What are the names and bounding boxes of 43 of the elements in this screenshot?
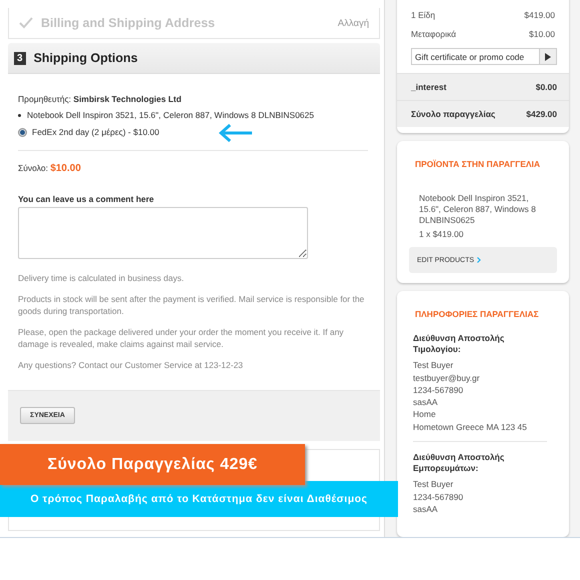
bullet-icon (18, 114, 21, 116)
address-line: testbuyer@buy.gr (413, 372, 481, 384)
card-title: ΠΛΗΡΟΦΟΡΙΕΣ ΠΑΡΑΓΓΕΛΙΑΣ (414, 309, 540, 320)
summary-value: $419.00 (524, 10, 555, 22)
chevron-right-icon (477, 257, 482, 264)
address-line: sasAA (413, 396, 439, 408)
address-line: Home (413, 408, 437, 421)
address-line: Hometown Greece MA 123 45 (413, 420, 528, 434)
address-line: 1234-567890 (413, 490, 464, 503)
card-title: ΠΡΟΪΟΝΤΑ ΣΤΗΝ ΠΑΡΑΓΓΕΛΙΑ (414, 159, 542, 169)
product-quantity: 1 x $419.00 (418, 228, 464, 242)
info-text: Please, open the package delivered under your order the moment you receive it. If any damage is revealed, make claims against mail service. (18, 327, 345, 350)
step-number: 3 (14, 52, 26, 64)
total-value: $0.00 (536, 82, 557, 92)
subtotal-value: $10.00 (50, 163, 81, 174)
summary-label: Μεταφορικά (411, 29, 456, 41)
total-label: _interest (411, 82, 446, 92)
address-line: Test Buyer (413, 478, 454, 491)
subtotal-label: Σύνολο: (18, 163, 48, 173)
summary-value: $10.00 (529, 29, 555, 41)
address-line: sasAA (413, 502, 439, 516)
section-title: Shipping Options (34, 51, 138, 65)
total-value: $429.00 (526, 109, 557, 119)
address-title: Διεύθυνση Αποστολής Εμπορευμάτων: (413, 452, 506, 474)
order-total-banner: Σύνολο Παραγγελίας 429€ (0, 444, 305, 485)
comment-field[interactable] (18, 207, 308, 259)
total-label: Σύνολο παραγγελίας (411, 109, 496, 119)
product-item: Notebook Dell Inspiron 3521, 15.6", Celeron 887, Windows 8 DLNBINS0625 (27, 110, 314, 120)
summary-label: 1 Είδη (411, 10, 436, 22)
info-text: Products in stock will be sent after the payment is verified. Mail service is responsible for the goods during transportation. (18, 294, 366, 318)
info-text: Delivery time is calculated in business days. (18, 273, 185, 284)
address-title: Διεύθυνση Αποστολής Τιμολογίου: (413, 333, 506, 356)
address-line: 1234-567890 (413, 384, 464, 396)
arrow-icon (218, 123, 254, 143)
comment-label: You can leave us a comment here (18, 194, 155, 204)
info-text: Any questions? Contact our Customer Service at 123-12-23 (18, 360, 244, 372)
address-line: Test Buyer (413, 359, 454, 372)
product-name: Notebook Dell Inspiron 3521, 15.6", Celeron 887, Windows 8 DLNBINS0625 (418, 193, 537, 226)
supplier-text: Προμηθευτής: Simbirsk Technologies Ltd (18, 94, 182, 104)
radio-button[interactable] (18, 128, 27, 136)
step-title: Billing and Shipping Address (41, 16, 216, 30)
pickup-notice-banner: Ο τρόπος Παραλαβής από το Κατάστημα δεν είναι Διαθέσιμος (0, 481, 398, 517)
shipping-option-label: FedEx 2nd day (2 μέρες) - $10.00 (32, 127, 160, 137)
